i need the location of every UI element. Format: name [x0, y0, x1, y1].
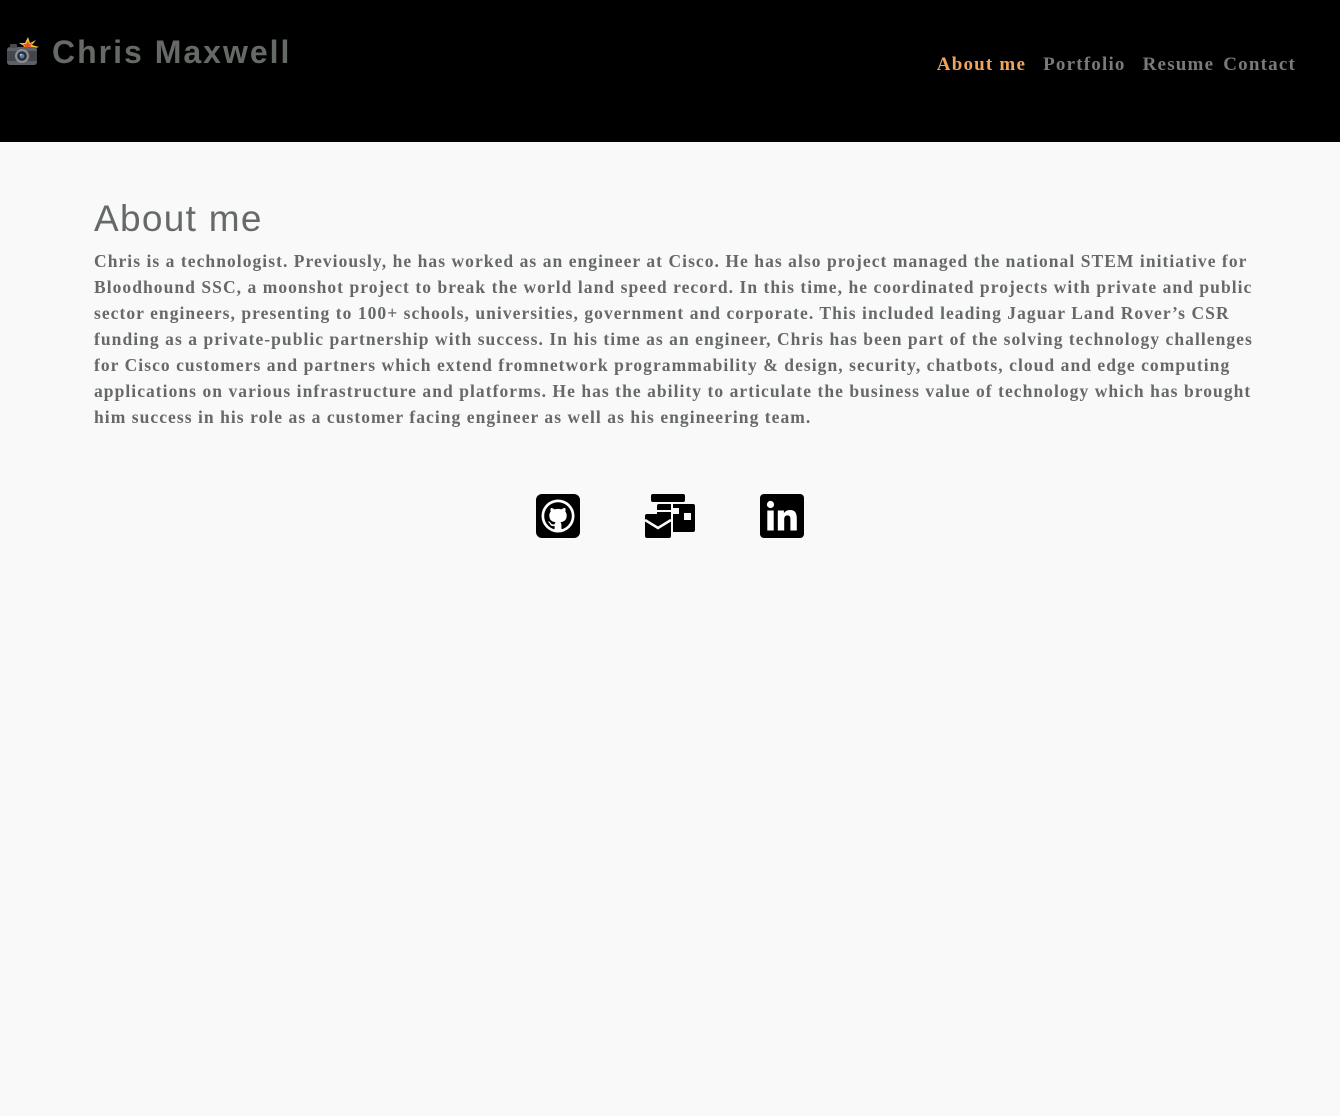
- email-link[interactable]: [645, 494, 695, 538]
- mail-bulk-icon: [645, 494, 695, 538]
- brand-link[interactable]: Chris Maxwell: [6, 32, 291, 72]
- camera-flash-icon: [6, 37, 40, 67]
- nav-portfolio[interactable]: Portfolio: [1043, 52, 1126, 78]
- site-header: Chris Maxwell About me Portfolio Resume …: [0, 0, 1340, 142]
- nav-resume[interactable]: Resume: [1143, 52, 1215, 78]
- about-section: About me Chris is a technologist. Previo…: [94, 196, 1254, 430]
- brand-name: Chris Maxwell: [52, 34, 292, 70]
- github-icon: [536, 494, 580, 538]
- linkedin-icon: [760, 494, 804, 538]
- nav-contact[interactable]: Contact: [1223, 52, 1296, 78]
- social-links: [0, 494, 1340, 540]
- github-link[interactable]: [536, 494, 580, 538]
- page-title: About me: [94, 198, 263, 239]
- main-nav: About me Portfolio Resume Contact: [937, 52, 1296, 78]
- nav-about-me[interactable]: About me: [937, 52, 1026, 78]
- bio-paragraph: Chris is a technologist. Previously, he …: [94, 251, 1253, 427]
- linkedin-link[interactable]: [760, 494, 804, 538]
